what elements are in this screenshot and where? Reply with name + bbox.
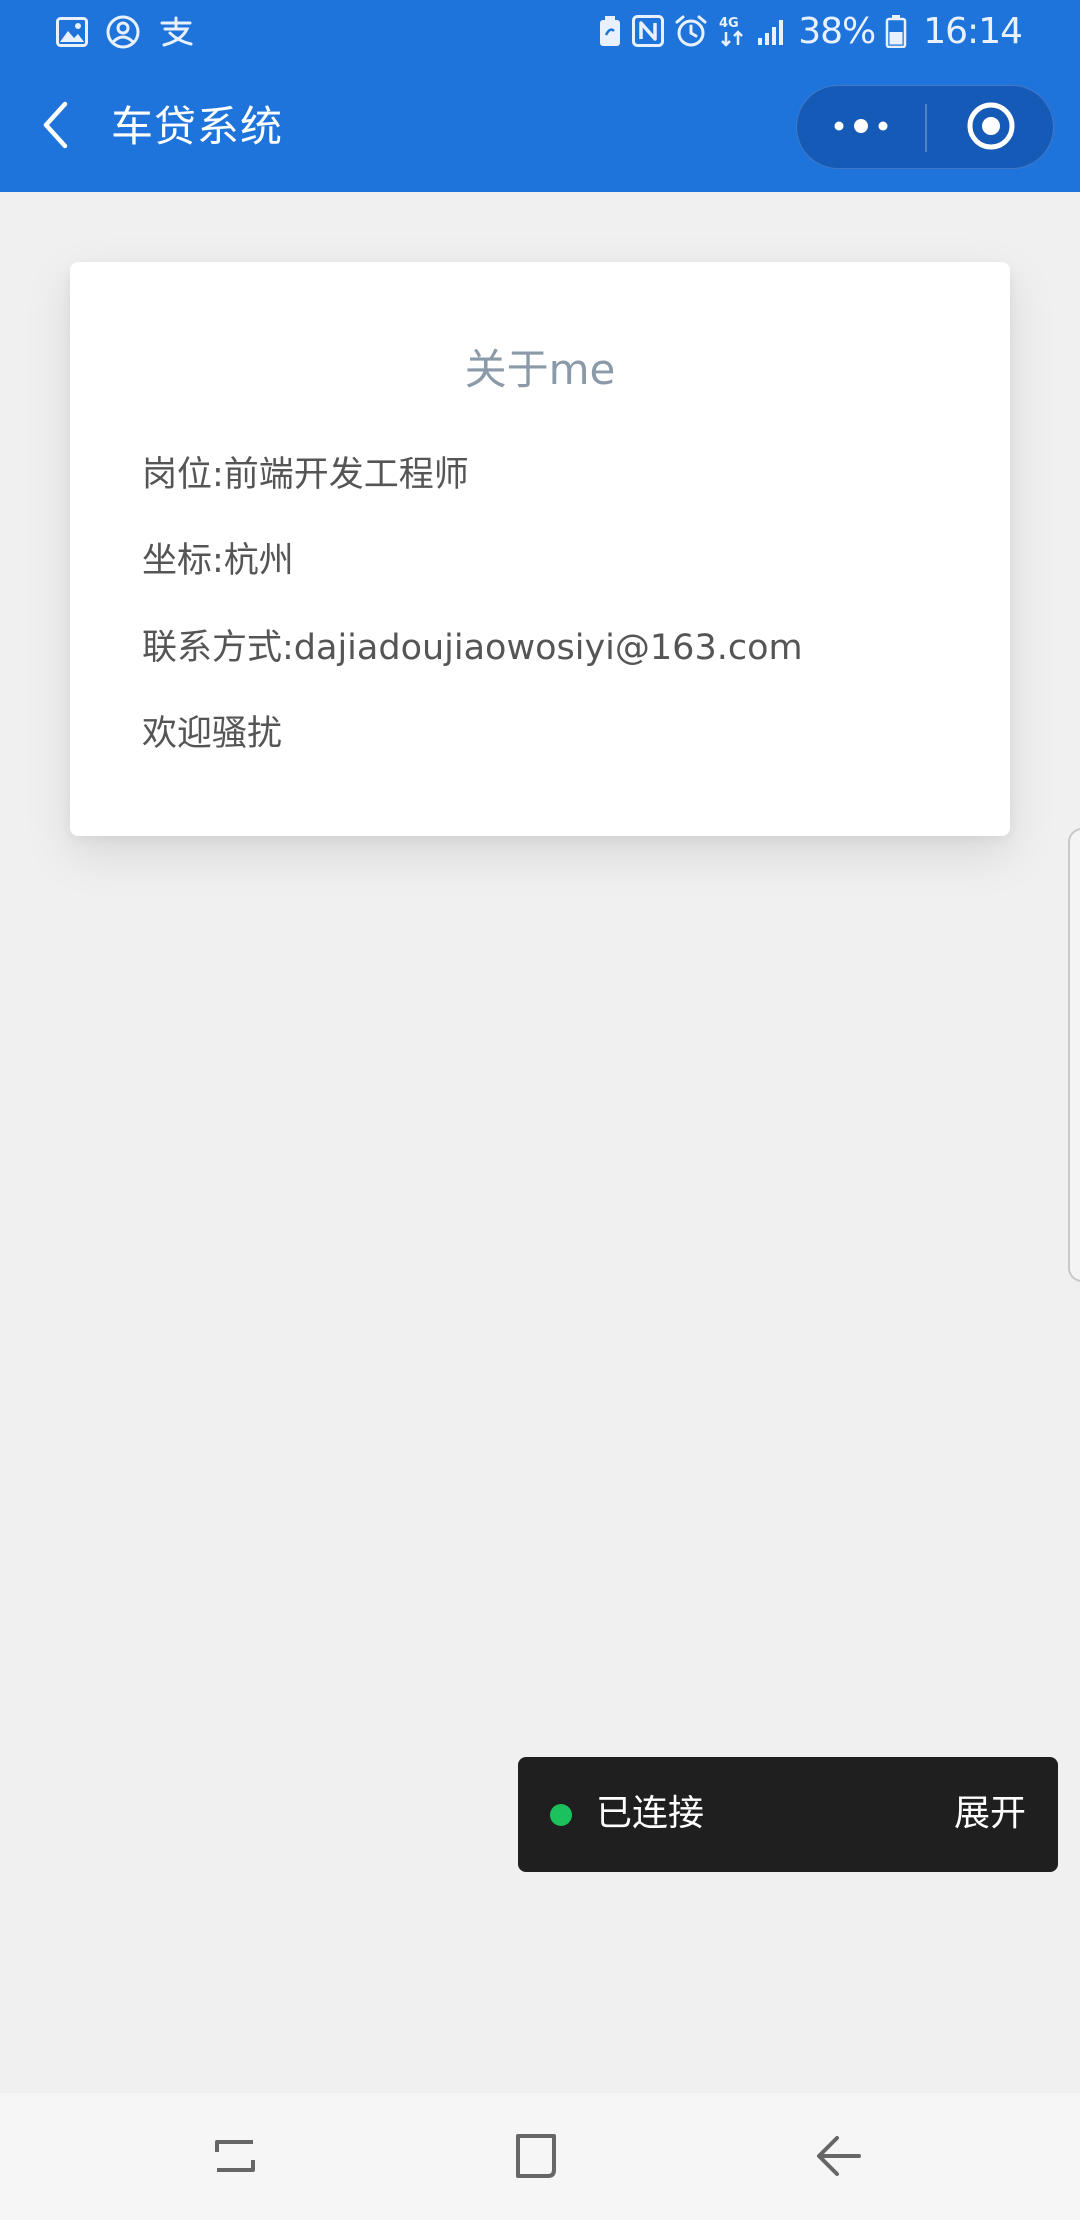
- home-icon: [512, 2132, 560, 2184]
- system-nav-bar: [0, 2093, 1080, 2220]
- back-button[interactable]: [30, 94, 80, 160]
- alarm-icon: [674, 14, 708, 48]
- alipay-icon: [158, 16, 194, 48]
- status-right-icons: 4G 38% 16:14: [598, 8, 1023, 54]
- battery-saver-icon: [598, 15, 622, 47]
- signal-icon: [756, 16, 788, 46]
- more-dots-icon: [833, 118, 889, 138]
- connection-toast[interactable]: 已连接 展开: [518, 1757, 1058, 1872]
- page-title: 车贷系统: [111, 102, 284, 151]
- about-card: 关于me 岗位:前端开发工程师 坐标:杭州 联系方式:dajiadoujiaow…: [70, 262, 1010, 836]
- target-circle-icon: [966, 101, 1016, 155]
- miniapp-capsule: [796, 85, 1054, 169]
- clock: 16:14: [923, 10, 1023, 52]
- svg-text:4G: 4G: [719, 16, 739, 31]
- battery-icon: [885, 14, 907, 48]
- expand-button[interactable]: 展开: [954, 1789, 1026, 1839]
- connection-status-text: 已连接: [596, 1793, 705, 1834]
- back-nav-button[interactable]: [799, 2123, 879, 2193]
- more-button[interactable]: [797, 86, 925, 170]
- position-line: 岗位:前端开发工程师: [142, 455, 469, 495]
- 4g-icon: 4G: [718, 14, 746, 48]
- status-bar: 4G 38% 16:14: [0, 0, 1080, 62]
- recents-icon: [211, 2132, 259, 2184]
- battery-percentage: 38%: [798, 10, 876, 52]
- welcome-line: 欢迎骚扰: [142, 714, 283, 754]
- account-icon: [106, 15, 140, 49]
- nfc-icon: [632, 15, 665, 47]
- gallery-icon: [56, 17, 88, 47]
- status-left-icons: [56, 12, 194, 52]
- chevron-left-icon: [40, 100, 70, 154]
- recents-button[interactable]: [195, 2123, 275, 2193]
- edge-panel-handle[interactable]: [1068, 828, 1080, 1282]
- location-line: 坐标:杭州: [142, 541, 294, 581]
- nav-bar: 车贷系统: [0, 62, 1080, 192]
- card-title: 关于me: [464, 345, 616, 394]
- connected-status-dot: [550, 1804, 572, 1826]
- contact-line: 联系方式:dajiadoujiaowosiyi@163.com: [142, 628, 803, 668]
- back-icon: [815, 2132, 863, 2184]
- home-button[interactable]: [496, 2123, 576, 2193]
- close-miniapp-button[interactable]: [927, 86, 1055, 170]
